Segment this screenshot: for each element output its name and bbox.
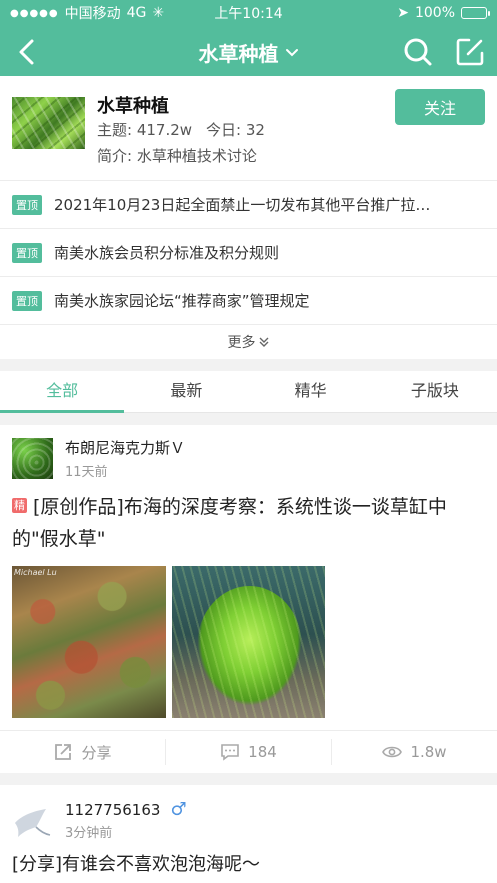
featured-badge: 精 bbox=[12, 498, 27, 513]
pinned-title: 2021年10月23日起全面禁止一切发布其他平台推广拉… bbox=[54, 196, 431, 214]
location-icon: ➤ bbox=[397, 5, 409, 21]
tab-all[interactable]: 全部 bbox=[0, 371, 125, 413]
chevron-down-icon bbox=[285, 48, 298, 56]
forum-thumbnail bbox=[12, 97, 85, 149]
post-title-text: [原创作品]布海的深度考察：系统性谈一谈草缸中的"假水草" bbox=[12, 496, 447, 550]
post-card[interactable]: 布朗尼海克力斯Ｖ 11天前 精 [原创作品]布海的深度考察：系统性谈一谈草缸中的"… bbox=[0, 425, 497, 773]
page-title: 水草种植 bbox=[198, 42, 279, 66]
edit-icon[interactable] bbox=[455, 37, 485, 67]
status-left: ●●●●● 中国移动 4G ✳ bbox=[10, 3, 164, 23]
topics-count: 主题: 417.2w bbox=[97, 121, 193, 139]
pinned-tag: 置顶 bbox=[12, 194, 42, 215]
carrier-label: 中国移动 bbox=[64, 6, 121, 22]
tab-latest[interactable]: 最新 bbox=[124, 371, 248, 412]
post-time: 3分钟前 bbox=[65, 826, 113, 841]
more-button[interactable]: 更多 bbox=[0, 325, 497, 359]
author-name[interactable]: 1127756163 bbox=[65, 801, 160, 819]
follow-button[interactable]: 关注 bbox=[395, 89, 485, 125]
comment-icon bbox=[221, 744, 239, 761]
signal-icon: ●●●●● bbox=[10, 7, 59, 19]
post-title[interactable]: [分享]有谁会不喜欢泡泡海呢～ bbox=[12, 849, 485, 881]
forum-intro: 简介: 水草种植技术讨论 bbox=[97, 147, 257, 165]
post-time: 11天前 bbox=[65, 465, 108, 480]
forum-stats: 主题: 417.2w 今日: 32 bbox=[97, 119, 265, 140]
post-actions: 分享 184 1.8w bbox=[0, 730, 497, 773]
nav-bar: 水草种植 bbox=[0, 26, 497, 76]
share-label: 分享 bbox=[81, 743, 112, 762]
image-watermark: Michael Lu bbox=[14, 568, 57, 577]
post-image[interactable]: Michael Lu bbox=[12, 566, 166, 718]
avatar[interactable] bbox=[12, 438, 53, 479]
pinned-tag: 置顶 bbox=[12, 290, 42, 311]
post-image[interactable] bbox=[172, 566, 325, 718]
more-label: 更多 bbox=[227, 335, 256, 351]
network-label: 4G bbox=[126, 5, 147, 21]
forum-page: ●●●●● 中国移动 4G ✳ 上午10:14 ➤ 100% 水草种植 水草种植… bbox=[0, 0, 497, 883]
eye-icon bbox=[382, 746, 403, 758]
comment-count: 184 bbox=[248, 743, 277, 761]
pinned-tag: 置顶 bbox=[12, 242, 42, 263]
share-icon bbox=[55, 744, 72, 760]
male-icon: ♂ bbox=[170, 799, 187, 820]
pinned-item[interactable]: 置顶 南美水族家园论坛“推荐商家”管理规定 bbox=[0, 277, 497, 325]
view-count: 1.8w bbox=[410, 743, 447, 761]
double-chevron-down-icon bbox=[259, 337, 268, 347]
search-icon[interactable] bbox=[403, 37, 433, 67]
battery-icon bbox=[461, 7, 490, 19]
share-button[interactable]: 分享 bbox=[0, 739, 166, 765]
pinned-title: 南美水族会员积分标准及积分规则 bbox=[54, 244, 280, 262]
loading-icon: ✳ bbox=[152, 5, 165, 21]
author-line: 1127756163 ♂ bbox=[65, 799, 187, 820]
author-name[interactable]: 布朗尼海克力斯Ｖ bbox=[65, 437, 185, 458]
today-count: 今日: 32 bbox=[206, 121, 265, 139]
pinned-title: 南美水族家园论坛“推荐商家”管理规定 bbox=[54, 292, 310, 310]
status-bar: ●●●●● 中国移动 4G ✳ 上午10:14 ➤ 100% bbox=[0, 0, 497, 26]
battery-label: 100% bbox=[414, 5, 455, 21]
forum-name: 水草种植 bbox=[97, 96, 169, 117]
forum-header: 水草种植 主题: 417.2w 今日: 32 简介: 水草种植技术讨论 关注 bbox=[0, 76, 497, 180]
avatar[interactable] bbox=[12, 801, 53, 842]
tab-subforums[interactable]: 子版块 bbox=[373, 371, 497, 412]
pinned-list: 置顶 2021年10月23日起全面禁止一切发布其他平台推广拉… 置顶 南美水族会… bbox=[0, 180, 497, 359]
top-bar: ●●●●● 中国移动 4G ✳ 上午10:14 ➤ 100% 水草种植 bbox=[0, 0, 497, 76]
view-stat: 1.8w bbox=[332, 739, 497, 765]
post-title[interactable]: 精 [原创作品]布海的深度考察：系统性谈一谈草缸中的"假水草" bbox=[12, 491, 485, 555]
tab-featured[interactable]: 精华 bbox=[249, 371, 373, 412]
pinned-item[interactable]: 置顶 2021年10月23日起全面禁止一切发布其他平台推广拉… bbox=[0, 181, 497, 229]
tab-bar: 全部 最新 精华 子版块 bbox=[0, 371, 497, 413]
pinned-item[interactable]: 置顶 南美水族会员积分标准及积分规则 bbox=[0, 229, 497, 277]
post-card[interactable]: 1127756163 ♂ 3分钟前 [分享]有谁会不喜欢泡泡海呢～ bbox=[0, 785, 497, 883]
comment-button[interactable]: 184 bbox=[166, 739, 332, 765]
status-right: ➤ 100% bbox=[397, 5, 490, 21]
